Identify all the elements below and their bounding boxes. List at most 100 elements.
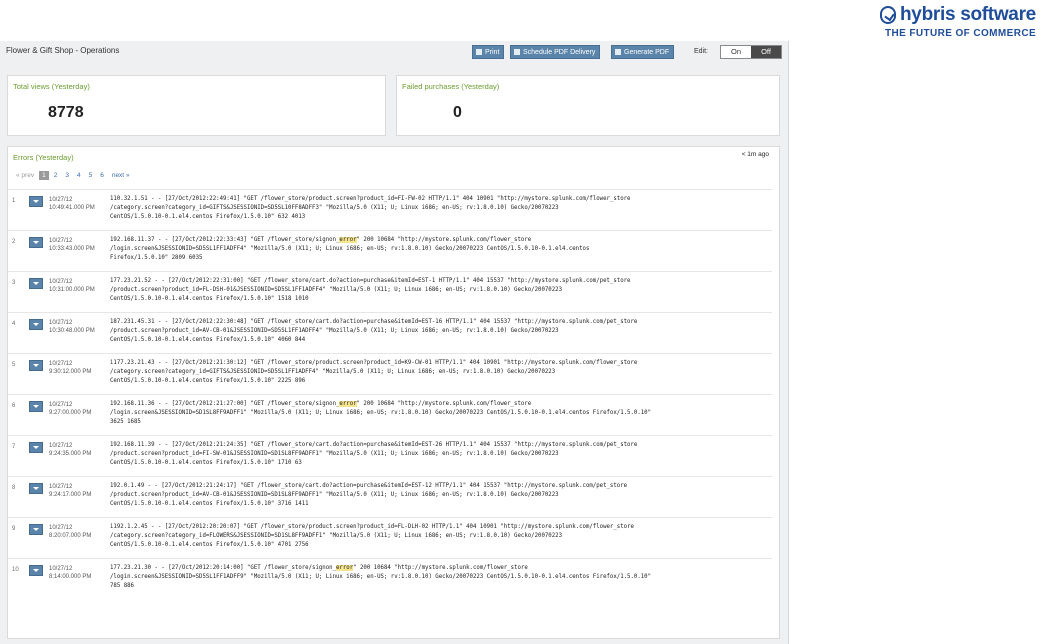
table-row: 7 10/27/12 9:24:35.000 PM 192.168.11.39 - -…: [8, 435, 772, 475]
event-segment: 177.23.21.30 - - [27/Oct/2012:20:14:00] …: [110, 565, 336, 571]
event-date: 10/27/12: [49, 279, 73, 285]
event-date: 10/27/12: [49, 238, 73, 244]
event-timestamp: 10/27/12 10:31:00.000 PM: [49, 278, 95, 294]
pager-page-5[interactable]: 5: [86, 171, 96, 180]
event-actions-dropdown[interactable]: [29, 565, 43, 576]
event-actions-dropdown[interactable]: [29, 237, 43, 248]
event-raw-text: 177.23.21.30 - - [27/Oct/2012:20:14:00] …: [110, 564, 768, 591]
row-index: 6: [12, 403, 16, 409]
pager-prev[interactable]: « prev: [13, 171, 37, 180]
edit-on-option[interactable]: On: [721, 46, 751, 58]
event-time: 9:24:35.000 PM: [49, 451, 92, 457]
event-timestamp: 10/27/12 8:14:00.000 PM: [49, 565, 91, 581]
pager-page-4[interactable]: 4: [74, 171, 84, 180]
event-time: 10:49:41.000 PM: [49, 205, 95, 211]
event-line: /login.screen&JSESSIONID=SD1SL8FF9ADFF1"…: [110, 410, 652, 416]
event-date: 10/27/12: [49, 320, 73, 326]
edit-toggle[interactable]: On Off: [720, 45, 782, 59]
event-actions-dropdown[interactable]: [29, 319, 43, 330]
edit-off-option[interactable]: Off: [751, 46, 781, 58]
highlighted-term: error: [339, 401, 357, 407]
event-timestamp: 10/27/12 10:49:41.000 PM: [49, 196, 95, 212]
event-segment: 192.168.11.36 - - [27/Oct/2012:21:27:00]…: [110, 401, 340, 407]
row-index: 5: [12, 362, 16, 368]
pager-page-6[interactable]: 6: [97, 171, 107, 180]
event-line: 187.231.45.31 - - [27/Oct/2012:22:30:48]…: [110, 319, 638, 325]
event-time: 9:27:00.000 PM: [49, 410, 92, 416]
event-line: CentOS/1.5.0.10-0.1.el4.centos Firefox/1…: [110, 296, 309, 302]
event-timestamp: 10/27/12 10:30:48.000 PM: [49, 319, 95, 335]
edit-label: Edit:: [694, 48, 709, 55]
highlighted-term: error: [336, 565, 354, 571]
event-date: 10/27/12: [49, 197, 73, 203]
event-line: /login.screen&JSESSIONID=SD5SL1FF1ADFF4"…: [110, 246, 590, 252]
print-label: Print: [485, 49, 500, 56]
event-date: 10/27/12: [49, 525, 73, 531]
total-views-panel: Total views (Yesterday) 8778: [7, 75, 386, 136]
event-raw-text: i177.23.21.43 - - [27/Oct/2012:21:30:12]…: [110, 359, 768, 386]
event-date: 10/27/12: [49, 566, 73, 572]
event-line: 177.23.21.30 - - [27/Oct/2012:20:14:00] …: [110, 564, 768, 573]
event-line: 192.0.1.49 - - [27/Oct/2012:21:24:17] "G…: [110, 483, 628, 489]
table-row: 6 10/27/12 9:27:00.000 PM 192.168.11.36 - -…: [8, 394, 772, 434]
event-raw-text: 192.168.11.39 - - [27/Oct/2012:21:24:35]…: [110, 441, 768, 468]
event-timestamp: 10/27/12 9:27:00.000 PM: [49, 401, 91, 417]
schedule-pdf-button[interactable]: Schedule PDF Delivery: [510, 45, 601, 59]
event-line: CentOS/1.5.0.10-0.1.el4.centos Firefox/1…: [110, 214, 306, 220]
failed-purchases-panel: Failed purchases (Yesterday) 0: [396, 75, 780, 136]
event-line: Firefox/1.5.0.10" 2809 6035: [110, 255, 203, 261]
generate-pdf-button[interactable]: Generate PDF: [611, 45, 675, 59]
logo-tagline: THE FUTURE OF COMMERCE: [885, 28, 1037, 39]
event-actions-dropdown[interactable]: [29, 524, 43, 535]
event-time: 10:31:00.000 PM: [49, 287, 95, 293]
event-time: 10:30:48.000 PM: [49, 328, 95, 334]
event-segment: " 200 10684 "http://mystore.splunk.com/f…: [356, 401, 532, 407]
event-actions-dropdown[interactable]: [29, 401, 43, 412]
row-index: 10: [12, 567, 19, 573]
event-date: 10/27/12: [49, 484, 73, 490]
pager-page-1[interactable]: 1: [39, 171, 49, 180]
event-actions-dropdown[interactable]: [29, 278, 43, 289]
total-views-title: Total views (Yesterday): [13, 82, 90, 91]
event-line: /product.screen?product_id=AV-CB-01&JSES…: [110, 492, 559, 498]
event-line: 192.168.11.37 - - [27/Oct/2012:22:33:43]…: [110, 236, 768, 245]
total-views-value: 8778: [48, 104, 84, 121]
errors-panel: Errors (Yesterday) < 1m ago « prev 1 2 3…: [7, 146, 780, 639]
event-raw-text: 187.231.45.31 - - [27/Oct/2012:22:30:48]…: [110, 318, 768, 345]
table-row: 3 10/27/12 10:31:00.000 PM 177.23.21.52 - -…: [8, 271, 772, 311]
schedule-pdf-label: Schedule PDF Delivery: [523, 49, 596, 56]
event-actions-dropdown[interactable]: [29, 483, 43, 494]
event-actions-dropdown[interactable]: [29, 360, 43, 371]
event-line: 192.168.11.36 - - [27/Oct/2012:21:27:00]…: [110, 400, 768, 409]
event-actions-dropdown[interactable]: [29, 196, 43, 207]
event-timestamp: 10/27/12 10:33:43.000 PM: [49, 237, 95, 253]
event-date: 10/27/12: [49, 443, 73, 449]
hybris-logo: hybris software THE FUTURE OF COMMERCE: [880, 4, 1050, 46]
app-title: Flower & Gift Shop - Operations: [6, 46, 120, 55]
last-updated: < 1m ago: [741, 151, 769, 158]
event-line: /product.screen?product_id=FL-DSH-01&JSE…: [110, 287, 562, 293]
event-line: 192.168.11.39 - - [27/Oct/2012:21:24:35]…: [110, 442, 638, 448]
event-actions-dropdown[interactable]: [29, 442, 43, 453]
event-timestamp: 10/27/12 8:20:07.000 PM: [49, 524, 91, 540]
row-index: 8: [12, 485, 16, 491]
event-time: 9:24:17.000 PM: [49, 492, 92, 498]
event-raw-text: 192.0.1.49 - - [27/Oct/2012:21:24:17] "G…: [110, 482, 768, 509]
event-timestamp: 10/27/12 9:30:12.000 PM: [49, 360, 91, 376]
pager-page-2[interactable]: 2: [51, 171, 61, 180]
event-segment: " 200 10684 "http://mystore.splunk.com/f…: [353, 565, 528, 571]
table-row: 8 10/27/12 9:24:17.000 PM 192.0.1.49 - - [2…: [8, 476, 772, 516]
print-button[interactable]: Print: [472, 45, 505, 59]
table-row: 1 10/27/12 10:49:41.000 PM 110.32.1.51 - - …: [8, 189, 772, 229]
row-index: 1: [12, 198, 16, 204]
pager-page-3[interactable]: 3: [62, 171, 72, 180]
event-time: 10:33:43.000 PM: [49, 246, 95, 252]
document-icon: [615, 49, 621, 55]
event-segment: " 200 10684 "http://mystore.splunk.com/f…: [356, 237, 532, 243]
event-raw-text: 192.168.11.36 - - [27/Oct/2012:21:27:00]…: [110, 400, 768, 427]
logo-brand: hybris software: [900, 4, 1036, 25]
event-line: /category.screen?category_id=GIFTS&JSESS…: [110, 205, 559, 211]
pager-next[interactable]: next »: [109, 171, 133, 180]
table-row: 2 10/27/12 10:33:43.000 PM 192.168.11.37 - …: [8, 230, 772, 270]
table-row: 10 10/27/12 8:14:00.000 PM 177.23.21.30 - -…: [8, 558, 772, 598]
